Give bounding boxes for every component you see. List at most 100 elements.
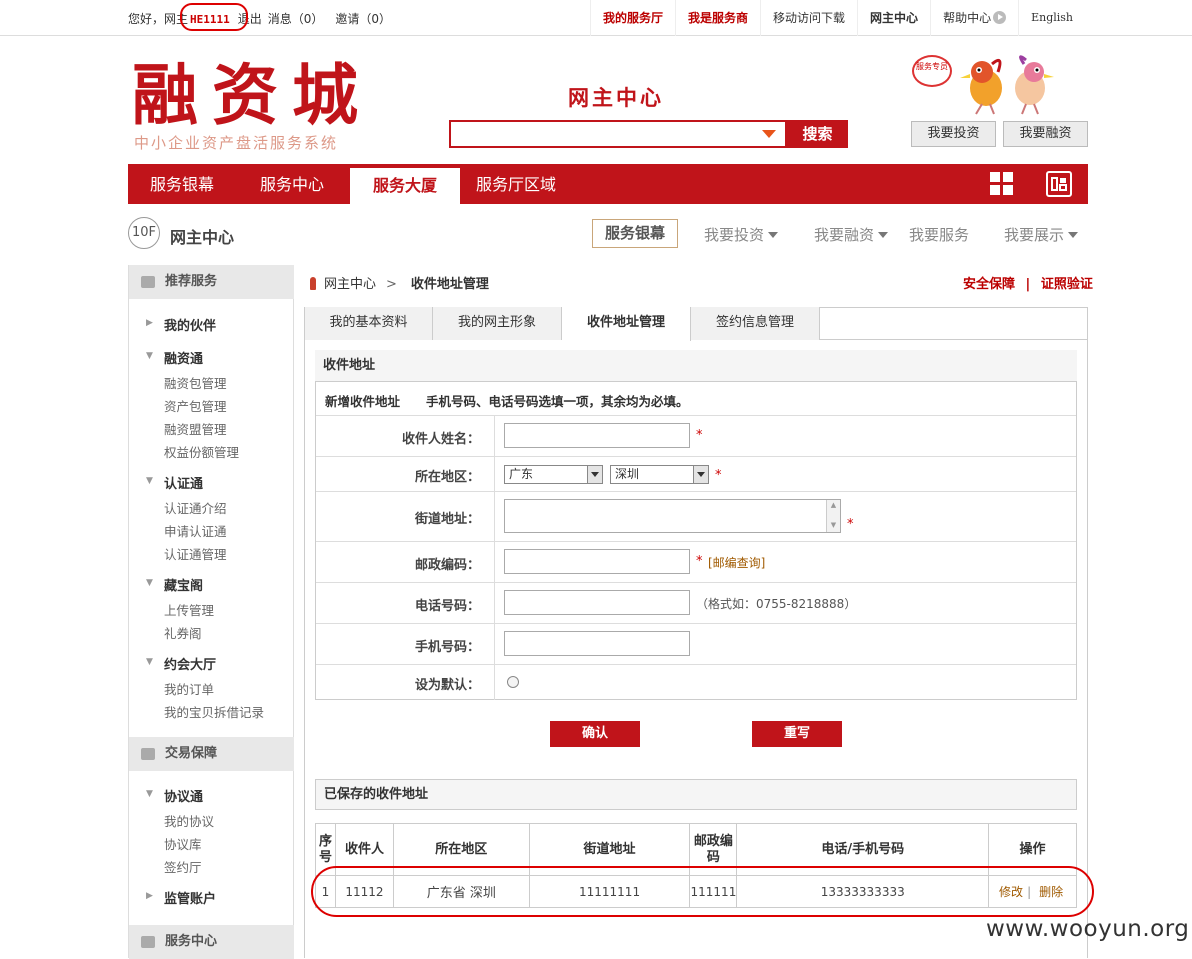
form-title: 收件地址 <box>315 350 1077 382</box>
english-link[interactable]: English <box>1018 0 1085 36</box>
sidebar-group-protocol[interactable]: ▼ 协议通 <box>146 786 203 805</box>
zip-lookup-link[interactable]: [邮编查询] <box>708 554 765 571</box>
nav-service-center[interactable]: 服务中心 <box>260 164 324 204</box>
floor-badge: 10F <box>128 217 160 249</box>
sidebar-item-protocol-lib[interactable]: 协议库 <box>164 834 202 853</box>
sidebar-item-signing-hall[interactable]: 签约厅 <box>164 857 202 876</box>
license-verify-link[interactable]: 证照验证 <box>1041 277 1093 292</box>
invites-link[interactable]: 邀请（0） <box>335 12 391 26</box>
security-guarantee-link[interactable]: 安全保障 <box>963 277 1015 292</box>
page-section-title: 网主中心 <box>568 86 664 110</box>
location-pin-icon <box>310 277 316 290</box>
phone-icon <box>141 936 155 948</box>
set-default-radio[interactable] <box>507 676 519 688</box>
help-center-link[interactable]: 帮助中心 <box>930 0 1018 36</box>
sidebar-group-finance[interactable]: ▼ 融资通 <box>146 348 203 367</box>
finance-button[interactable]: 我要融资 <box>1003 121 1088 147</box>
nav-service-building[interactable]: 服务大厦 <box>350 168 460 204</box>
sidebar-group-label: 约会大厅 <box>164 658 217 673</box>
floor-nav-invest[interactable]: 我要投资 <box>704 224 779 245</box>
province-select[interactable]: 广东 <box>504 465 603 484</box>
form-divider <box>316 582 1076 583</box>
sidebar-item-finance-pack[interactable]: 融资包管理 <box>164 373 227 392</box>
required-mark: * <box>847 517 854 532</box>
tab-owner-image[interactable]: 我的网主形象 <box>433 307 562 340</box>
search-input[interactable] <box>449 120 787 148</box>
reset-button[interactable]: 重写 <box>752 721 842 747</box>
play-icon <box>993 11 1007 24</box>
caret-down-icon <box>878 232 889 238</box>
chevron-right-icon: ▶ <box>146 891 153 901</box>
breadcrumb-home[interactable]: 网主中心 <box>324 277 376 292</box>
sidebar-group-dating[interactable]: ▼ 约会大厅 <box>146 654 217 673</box>
street-address-textarea[interactable]: ▲ ▼ <box>504 499 841 533</box>
chevron-down-icon: ▼ <box>146 578 153 588</box>
owner-center-link[interactable]: 网主中心 <box>857 0 930 36</box>
i-am-provider-link[interactable]: 我是服务商 <box>675 0 760 36</box>
nav-service-screen[interactable]: 服务银幕 <box>150 164 214 204</box>
required-mark: * <box>696 554 703 569</box>
user-status: 您好，网主 HE1111 退出 消息（0） 邀请（0） <box>128 10 391 27</box>
invest-button[interactable]: 我要投资 <box>911 121 996 147</box>
floor-nav-service-screen[interactable]: 服务银幕 <box>592 219 678 248</box>
mobile-download-link[interactable]: 移动访问下载 <box>760 0 857 36</box>
top-links: 我的服务厅 我是服务商 移动访问下载 网主中心 帮助中心 English <box>590 0 1085 36</box>
top-bar: 您好，网主 HE1111 退出 消息（0） 邀请（0） 我的服务厅 我是服务商 移动访问… <box>0 0 1192 36</box>
select-arrow-icon <box>587 466 602 483</box>
saved-address-title: 已保存的收件地址 <box>315 779 1077 810</box>
form-hint: 手机号码、电话号码选填一项，其余均为必填。 <box>426 394 689 409</box>
sidebar-group-supervise[interactable]: ▶ 监管账户 <box>146 888 217 907</box>
breadcrumb-current: 收件地址管理 <box>410 277 489 292</box>
sidebar-item-my-protocol[interactable]: 我的协议 <box>164 811 214 830</box>
sidebar-item-finance-alliance[interactable]: 融资盟管理 <box>164 419 227 438</box>
mobile-input[interactable] <box>504 631 690 656</box>
sidebar-group-label: 我的伙伴 <box>164 319 217 334</box>
tab-address-manage[interactable]: 收件地址管理 <box>562 307 691 341</box>
sidebar-group-partners[interactable]: ▶ 我的伙伴 <box>146 315 217 334</box>
sidebar-item-orders[interactable]: 我的订单 <box>164 679 214 698</box>
watermark: www.wooyun.org <box>986 916 1190 942</box>
floor-title: 网主中心 <box>170 228 235 247</box>
sidebar-item-cert-intro[interactable]: 认证通介绍 <box>164 498 227 517</box>
service-badge: 服务专员 <box>912 55 952 87</box>
tab-signing-info[interactable]: 签约信息管理 <box>691 307 820 340</box>
textarea-scrollbar[interactable]: ▲ ▼ <box>826 500 840 532</box>
sidebar-item-cert-manage[interactable]: 认证通管理 <box>164 544 227 563</box>
my-service-hall-link[interactable]: 我的服务厅 <box>590 0 675 36</box>
sidebar-head-label: 交易保障 <box>165 746 218 761</box>
tab-basic-info[interactable]: 我的基本资料 <box>305 307 433 340</box>
sidebar-item-equity-share[interactable]: 权益份额管理 <box>164 442 239 461</box>
search-dropdown-icon[interactable] <box>762 130 776 138</box>
sidebar-item-coupon[interactable]: 礼券阁 <box>164 623 202 642</box>
sidebar-item-asset-pack[interactable]: 资产包管理 <box>164 396 227 415</box>
zip-code-input[interactable] <box>504 549 690 574</box>
sidebar-item-upload[interactable]: 上传管理 <box>164 600 214 619</box>
sidebar-item-lending-record[interactable]: 我的宝贝拆借记录 <box>164 702 264 721</box>
logo-subtitle: 中小企业资产盘活服务系统 <box>134 134 339 152</box>
floor-nav-label: 我要融资 <box>814 226 875 244</box>
security-links: 安全保障 | 证照验证 <box>963 273 1093 292</box>
sidebar-group-label: 监管账户 <box>164 892 217 907</box>
floor-nav-service[interactable]: 我要服务 <box>909 224 969 245</box>
chevron-down-icon: ▼ <box>146 351 153 361</box>
search-button[interactable]: 搜索 <box>787 120 848 148</box>
recipient-name-input[interactable] <box>504 423 690 448</box>
floor-nav-showcase[interactable]: 我要展示 <box>1004 224 1079 245</box>
phone-input[interactable] <box>504 590 690 615</box>
nav-service-area[interactable]: 服务厅区域 <box>476 164 556 204</box>
sidebar-item-cert-apply[interactable]: 申请认证通 <box>164 521 227 540</box>
sidebar-group-label: 认证通 <box>164 477 204 492</box>
calendar-icon[interactable] <box>1046 171 1072 197</box>
city-select[interactable]: 深圳 <box>610 465 709 484</box>
name-label: 收件人姓名： <box>401 432 480 447</box>
grid-icon[interactable] <box>990 172 1014 196</box>
confirm-button[interactable]: 确认 <box>550 721 640 747</box>
messages-link[interactable]: 消息（0） <box>268 12 324 26</box>
floor-nav-finance[interactable]: 我要融资 <box>814 224 889 245</box>
scroll-arrows-icon: ▲ ▼ <box>830 501 837 529</box>
sidebar-group-treasure[interactable]: ▼ 藏宝阁 <box>146 575 203 594</box>
sidebar-head-label: 推荐服务 <box>165 274 218 289</box>
street-label: 街道地址： <box>414 512 480 527</box>
sidebar-group-cert[interactable]: ▼ 认证通 <box>146 473 204 492</box>
site-logo[interactable]: 融资城 <box>132 60 372 130</box>
